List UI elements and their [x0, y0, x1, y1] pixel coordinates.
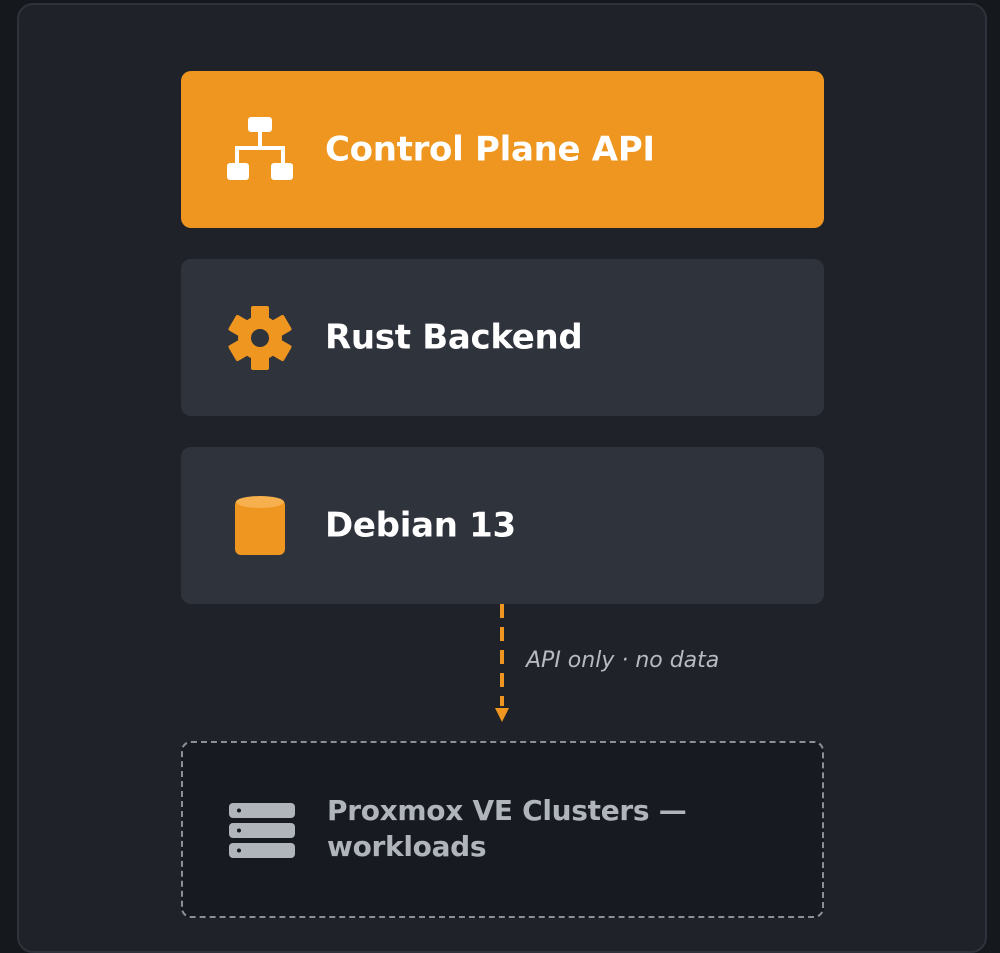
rust-backend-layer: Rust Backend: [181, 259, 824, 416]
connector-label: API only · no data: [526, 648, 720, 673]
proxmox-clusters-target: Proxmox VE Clusters — workloads: [181, 741, 824, 918]
server-icon: [229, 797, 295, 863]
layer-label: Debian 13: [325, 504, 516, 545]
layer-label: Control Plane API: [325, 128, 655, 169]
control-plane-api-layer: Control Plane API: [181, 71, 824, 228]
cylinder-icon: [227, 493, 293, 559]
layer-label: Rust Backend: [325, 316, 583, 357]
sitemap-icon: [227, 116, 293, 183]
debian-layer: Debian 13: [181, 447, 824, 604]
target-label: Proxmox VE Clusters — workloads: [327, 793, 687, 864]
gear-icon: [227, 305, 293, 371]
